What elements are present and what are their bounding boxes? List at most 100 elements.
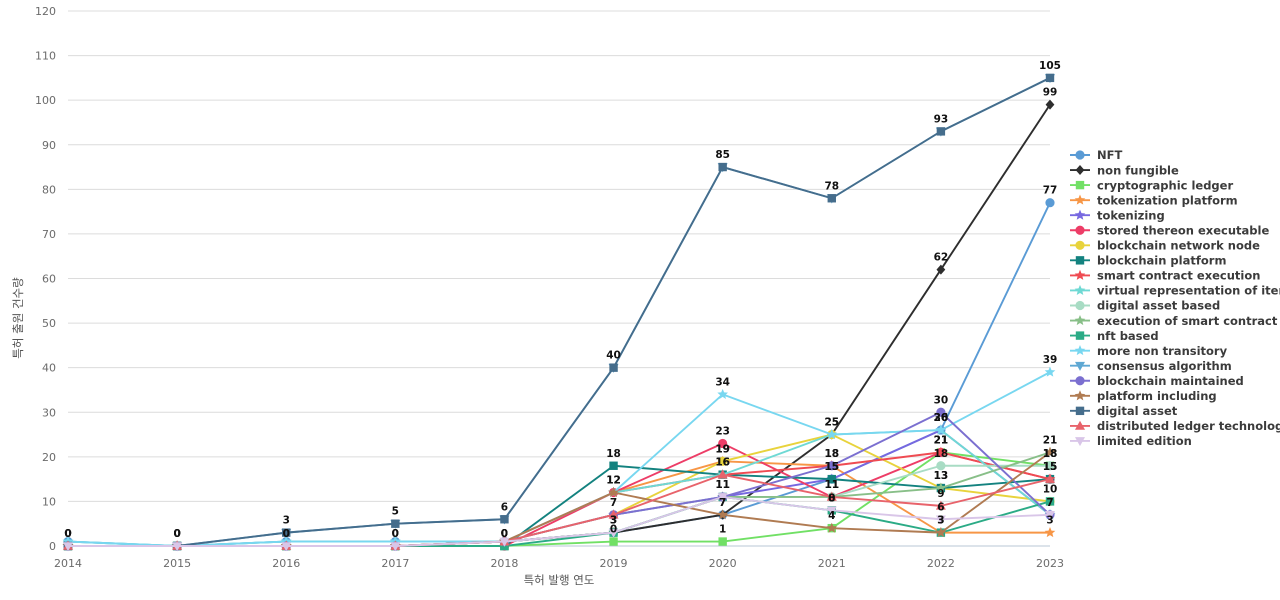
series-platform-including <box>62 446 1056 551</box>
data-point-label: 6 <box>501 501 508 513</box>
data-point-label: 77 <box>1043 185 1058 197</box>
legend-item-blockchain-network-node[interactable]: blockchain network node <box>1070 239 1260 253</box>
data-point-marker <box>1075 376 1085 386</box>
point-labels-layer: 371526772562990 0 0 0 0 0 1421181219 183 3711152… <box>64 60 1061 540</box>
legend-item-nft-based[interactable]: nft based <box>1070 329 1159 343</box>
series-non-fungible <box>63 99 1055 551</box>
data-point-label: 0 <box>392 528 399 540</box>
legend-item-label: cryptographic ledger <box>1097 178 1233 192</box>
data-point-label: 0 <box>501 528 508 540</box>
data-point-label: 15 <box>824 461 839 473</box>
data-point-label: 62 <box>934 252 949 264</box>
data-point-label: 25 <box>824 417 839 429</box>
data-point-marker <box>1074 209 1086 220</box>
series-smart-contract-execution <box>62 446 1056 551</box>
data-point-marker <box>1045 198 1055 208</box>
legend-item-non-fungible[interactable]: non fungible <box>1070 163 1179 177</box>
legend-item-cryptographic-ledger[interactable]: cryptographic ledger <box>1070 178 1233 192</box>
legend-item-label: NFT <box>1097 148 1122 162</box>
data-point-label: 5 <box>392 506 399 518</box>
legend-item-stored-thereon-executable[interactable]: stored thereon executable <box>1070 223 1269 237</box>
x-tick-label: 2017 <box>381 557 409 570</box>
y-tick-label: 0 <box>49 540 56 553</box>
data-point-label: 18 <box>934 448 949 460</box>
legend-item-label: consensus algorithm <box>1097 359 1232 373</box>
data-point-marker <box>1075 300 1085 311</box>
x-tick-label: 2023 <box>1036 557 1064 570</box>
y-tick-label: 110 <box>35 50 56 63</box>
x-tick-label: 2018 <box>490 557 518 570</box>
data-point-marker <box>936 461 946 471</box>
data-point-label: 21 <box>934 434 949 446</box>
legend-item-label: digital asset <box>1097 404 1178 418</box>
legend-item-distributed-ledger-technology[interactable]: distributed ledger technology <box>1070 419 1280 433</box>
data-point-label: 7 <box>1046 497 1053 509</box>
data-point-label: 11 <box>824 479 839 491</box>
x-axis-title: 특허 발행 연도 <box>524 573 595 587</box>
data-point-label: 99 <box>1043 87 1058 99</box>
legend-item-platform-including[interactable]: platform including <box>1070 389 1217 403</box>
legend-item-digital-asset[interactable]: digital asset <box>1070 404 1178 418</box>
data-point-label: 3 <box>1046 515 1053 527</box>
data-point-marker <box>1074 284 1086 295</box>
data-point-label: 18 <box>1043 448 1058 460</box>
data-point-marker <box>609 537 618 546</box>
data-point-marker <box>1075 165 1085 176</box>
data-point-marker <box>1045 73 1055 83</box>
legend-item-limited-edition[interactable]: limited edition <box>1070 434 1192 448</box>
legend-item-digital-asset-based[interactable]: digital asset based <box>1070 299 1220 313</box>
y-tick-label: 90 <box>42 139 56 152</box>
y-tick-label: 60 <box>42 273 56 286</box>
legend-item-label: nft based <box>1097 329 1159 343</box>
data-point-label: 39 <box>1043 354 1058 366</box>
legend-item-nft[interactable]: NFT <box>1070 148 1122 162</box>
x-tick-label: 2019 <box>600 557 628 570</box>
data-point-label: 19 <box>715 443 730 455</box>
data-point-marker <box>827 194 836 203</box>
data-point-marker <box>1075 406 1085 416</box>
legend-item-tokenizing[interactable]: tokenizing <box>1070 208 1165 222</box>
legend-item-blockchain-maintained[interactable]: blockchain maintained <box>1070 374 1244 388</box>
legend-item-label: blockchain maintained <box>1097 374 1244 388</box>
legend-item-label: tokenization platform <box>1097 193 1238 207</box>
data-point-marker <box>718 537 727 546</box>
data-point-label: 9 <box>937 488 944 500</box>
data-point-marker <box>1074 194 1086 205</box>
data-point-label: 40 <box>606 350 621 362</box>
data-point-label: 10 <box>1043 483 1058 495</box>
legend-item-label: more non transitory <box>1097 344 1228 358</box>
legend-item-label: digital asset based <box>1097 299 1220 313</box>
data-point-label: 18 <box>606 448 621 460</box>
series-stored-thereon-executable <box>63 438 1055 551</box>
legend-item-blockchain-platform[interactable]: blockchain platform <box>1070 254 1226 268</box>
gridlines <box>68 10 1050 547</box>
legend-item-more-non-transitory[interactable]: more non transitory <box>1070 344 1228 358</box>
x-axis-tick-labels: 2014 2015 2016 2017 2018 2019 2020 2021 2022 2023 <box>54 557 1064 570</box>
series-line <box>67 496 1051 547</box>
data-point-label: 4 <box>828 510 835 522</box>
series-more-non-transitory <box>62 366 1056 551</box>
series-consensus-algorithm <box>63 74 1055 552</box>
legend-item-tokenization-platform[interactable]: tokenization platform <box>1070 193 1238 207</box>
legend-item-label: platform including <box>1097 389 1217 403</box>
legend-item-consensus-algorithm[interactable]: consensus algorithm <box>1070 359 1232 373</box>
legend-item-execution-of-smart-contract[interactable]: execution of smart contract <box>1070 314 1278 328</box>
legend-item-label: execution of smart contract <box>1097 314 1278 328</box>
data-point-label: 12 <box>606 475 621 487</box>
data-point-marker <box>1074 345 1086 356</box>
legend-item-virtual-representation-of-item[interactable]: virtual representation of item <box>1070 284 1280 298</box>
data-point-label: 30 <box>934 394 949 406</box>
data-point-label: 85 <box>715 149 730 161</box>
x-tick-label: 2014 <box>54 557 82 570</box>
data-point-label: 105 <box>1039 60 1061 72</box>
series-layer <box>62 73 1056 552</box>
data-point-label: 0 <box>173 528 180 540</box>
data-point-label: 34 <box>715 376 730 388</box>
series-cryptographic-ledger <box>63 448 1055 551</box>
legend-item-smart-contract-execution[interactable]: smart contract execution <box>1070 269 1260 283</box>
series-execution-of-smart-contract <box>62 446 1056 551</box>
legend[interactable]: NFTnon fungiblecryptographic ledgertoken… <box>1070 148 1280 448</box>
y-tick-label: 50 <box>42 317 56 330</box>
data-point-marker <box>1074 390 1086 401</box>
series-nft <box>63 198 1055 551</box>
